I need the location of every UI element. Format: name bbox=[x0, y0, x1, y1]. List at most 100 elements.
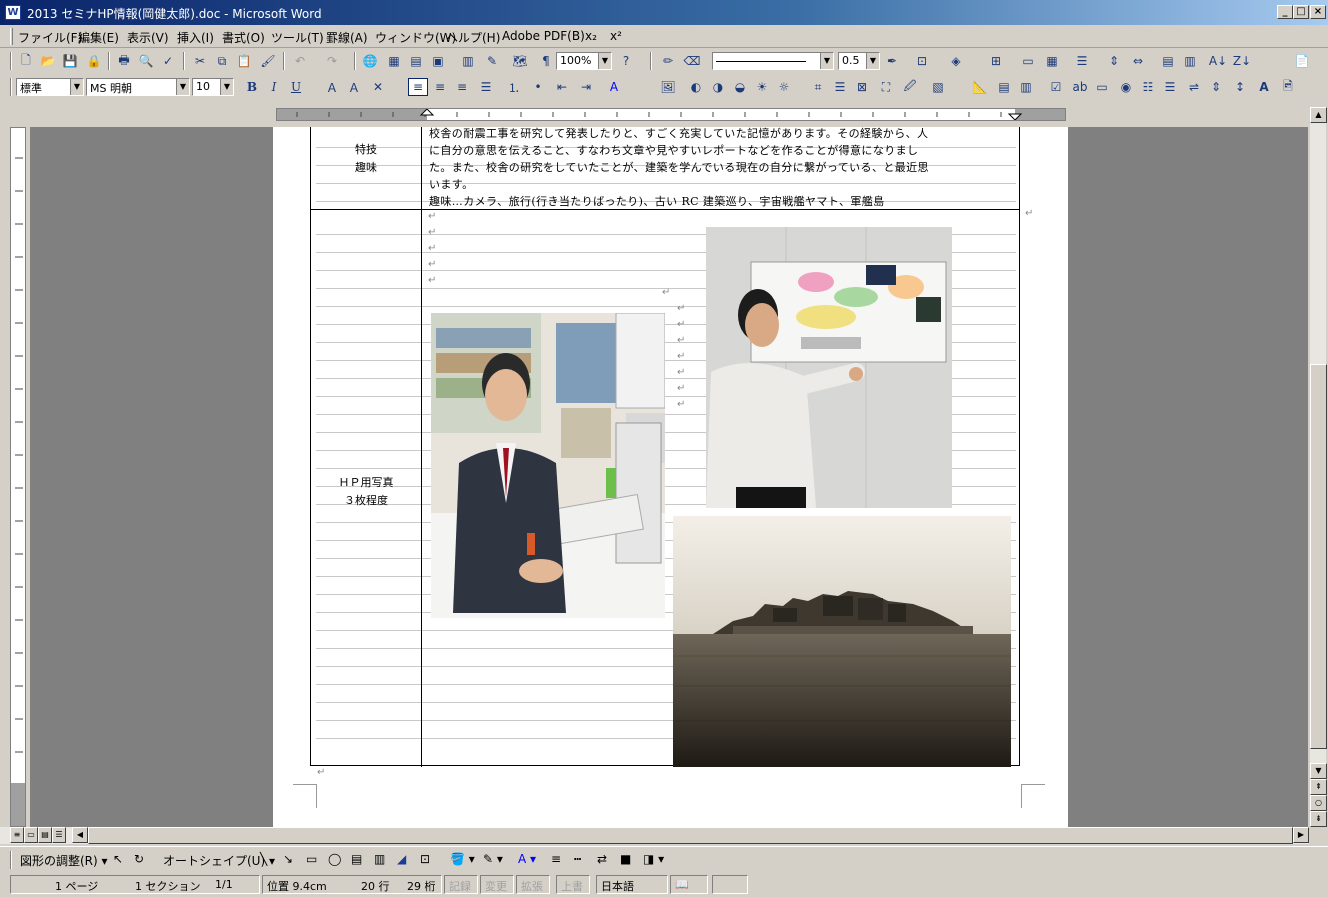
menu-window[interactable]: ウィンドウ(W) bbox=[375, 29, 456, 46]
body-line-hobby[interactable]: 趣味…カメラ、旅行(行き当たりばったり)、古い RC 建築巡り、宇宙戦艦ヤマト、… bbox=[429, 193, 1019, 210]
help-icon[interactable]: ? bbox=[616, 52, 636, 70]
menu-insert[interactable]: 挿入(I) bbox=[177, 29, 214, 46]
spin-button-icon[interactable]: ⇕ bbox=[1206, 78, 1226, 96]
columns-icon[interactable]: ▥ bbox=[458, 52, 478, 70]
rotate-icon[interactable]: ↻ bbox=[134, 852, 144, 866]
format-painter-icon[interactable]: 🖌 bbox=[258, 52, 278, 70]
set-transparent-icon[interactable]: ▧ bbox=[928, 78, 948, 96]
properties-icon[interactable]: ▤ bbox=[994, 78, 1014, 96]
char-shading-icon[interactable]: Ａ bbox=[344, 78, 364, 96]
open-folder-icon[interactable]: 📂 bbox=[38, 52, 58, 70]
vertical-ruler[interactable] bbox=[10, 127, 26, 827]
font-select[interactable]: MS 明朝 ▼ bbox=[86, 78, 190, 96]
menu-edit[interactable]: 編集(E) bbox=[78, 29, 119, 46]
vertical-textbox-icon[interactable]: ▥ bbox=[374, 852, 385, 866]
view-code-icon[interactable]: ▥ bbox=[1016, 78, 1036, 96]
more-contrast-icon[interactable]: ◑ bbox=[708, 78, 728, 96]
draw-adjust-menu[interactable]: 図形の調整(R) ▾ bbox=[20, 852, 108, 869]
dash-style-icon[interactable]: ┅ bbox=[574, 852, 581, 866]
style-select[interactable]: 標準 ▼ bbox=[16, 78, 84, 96]
hyperlink-icon[interactable]: 🌐 bbox=[360, 52, 380, 70]
line-style-icon[interactable]: ☰ bbox=[830, 78, 850, 96]
toolbar-grip[interactable] bbox=[10, 851, 12, 869]
autoshape-menu[interactable]: オートシェイプ(U) ▾ bbox=[163, 852, 275, 869]
menu-file[interactable]: ファイル(F) bbox=[18, 29, 82, 46]
student-presenting-poster-photo[interactable] bbox=[706, 227, 952, 508]
menu-view[interactable]: 表示(V) bbox=[127, 29, 169, 46]
line-color-icon[interactable]: ✎ ▾ bbox=[483, 852, 503, 866]
toolbar-grip[interactable] bbox=[10, 52, 12, 70]
toggle-button-icon[interactable]: ⇌ bbox=[1184, 78, 1204, 96]
paste-icon[interactable]: 📋 bbox=[234, 52, 254, 70]
numbering-icon[interactable]: ⒈ bbox=[504, 78, 524, 96]
document-map-icon[interactable]: 🗺 bbox=[510, 52, 530, 70]
close-button[interactable]: × bbox=[1310, 5, 1326, 19]
fill-color-icon[interactable]: 🪣 ▾ bbox=[450, 852, 475, 866]
copy-icon[interactable]: ⧉ bbox=[212, 52, 232, 70]
draw-font-color-icon[interactable]: A ▾ bbox=[518, 852, 536, 866]
shading-color-icon[interactable]: ◈ bbox=[946, 52, 966, 70]
less-brightness-icon[interactable]: ☼ bbox=[774, 78, 794, 96]
body-line-3[interactable]: た。また、校舎の研究をしていたことが、建築を学んでいる現在の自分に繋がっている、… bbox=[429, 159, 1019, 176]
color-icon[interactable]: ◐ bbox=[686, 78, 706, 96]
body-line-1[interactable]: 校舎の耐震工事を研究して発表したりと、すごく充実していた記憶があります。その経験… bbox=[429, 127, 1019, 142]
next-page-icon[interactable]: ⇟ bbox=[1310, 811, 1327, 827]
shadow-style-icon[interactable]: ■ bbox=[620, 852, 631, 866]
minimize-button[interactable]: _ bbox=[1277, 5, 1293, 19]
distribute-rows-icon[interactable]: ⇕ bbox=[1104, 52, 1124, 70]
insert-picture-icon[interactable]: 🖼 bbox=[658, 78, 678, 96]
rectangle-tool-icon[interactable]: ▭ bbox=[306, 852, 317, 866]
align-center-icon[interactable]: ≡ bbox=[430, 78, 450, 96]
scroll-up-arrow-icon[interactable]: ▲ bbox=[1310, 107, 1327, 123]
table-autoformat-icon[interactable]: ▤ bbox=[1158, 52, 1178, 70]
status-overtype[interactable]: 上書 bbox=[556, 875, 590, 894]
status-track-changes[interactable]: 変更 bbox=[480, 875, 514, 894]
student-at-computer-photo[interactable] bbox=[431, 313, 665, 618]
design-mode-icon[interactable]: 📐 bbox=[970, 78, 990, 96]
spelling-icon[interactable]: ✓ bbox=[158, 52, 178, 70]
print-icon[interactable]: 🖶 bbox=[114, 52, 134, 70]
tables-borders-icon[interactable]: ▦ bbox=[384, 52, 404, 70]
split-cells-icon[interactable]: ▦ bbox=[1042, 52, 1062, 70]
distributed-icon[interactable]: ☰ bbox=[476, 78, 496, 96]
align-icon[interactable]: ☰ bbox=[1072, 52, 1092, 70]
maximize-button[interactable]: □ bbox=[1293, 5, 1309, 19]
listbox-icon[interactable]: ☷ bbox=[1138, 78, 1158, 96]
insert-table-icon[interactable]: ▤ bbox=[406, 52, 426, 70]
font-size-select[interactable]: 10 ▼ bbox=[192, 78, 234, 96]
superscript-button[interactable]: x² bbox=[610, 29, 622, 43]
document-area[interactable]: 特技 趣味 校舎の耐震工事を研究して発表したりと、すごく充実していた記憶がありま… bbox=[30, 127, 1308, 827]
more-brightness-icon[interactable]: ☀ bbox=[752, 78, 772, 96]
body-line-2[interactable]: に自分の意思を伝えること、すなわち文章や見やすいレポートなどを作ることが得意にな… bbox=[429, 142, 1019, 159]
menu-format[interactable]: 書式(O) bbox=[222, 29, 265, 46]
border-icon[interactable]: ⊡ bbox=[912, 52, 932, 70]
print-layout-icon[interactable]: ▤ bbox=[38, 827, 52, 843]
vertical-scroll-thumb[interactable] bbox=[1310, 364, 1327, 749]
previous-page-icon[interactable]: ⇞ bbox=[1310, 779, 1327, 795]
horizontal-scrollbar[interactable]: ≡ ▭ ▤ ☰ ◀ ▶ bbox=[0, 827, 1309, 844]
body-line-4[interactable]: います。 bbox=[429, 176, 1019, 193]
print-preview-icon[interactable]: 🔍 bbox=[136, 52, 156, 70]
compress-pictures-icon[interactable]: ⊠ bbox=[852, 78, 872, 96]
bullets-icon[interactable]: • bbox=[528, 78, 548, 96]
cut-icon[interactable]: ✂ bbox=[190, 52, 210, 70]
distribute-columns-icon[interactable]: ⇔ bbox=[1128, 52, 1148, 70]
drawing-icon[interactable]: ✎ bbox=[482, 52, 502, 70]
merge-cells-icon[interactable]: ▭ bbox=[1018, 52, 1038, 70]
insert-table-menu-icon[interactable]: ⊞ bbox=[986, 52, 1006, 70]
label-control-icon[interactable]: A bbox=[1254, 78, 1274, 96]
line-weight-select[interactable]: 0.5 ▼ bbox=[838, 52, 880, 70]
new-document-icon[interactable]: 🗋 bbox=[16, 52, 36, 70]
command-button-icon[interactable]: ▭ bbox=[1092, 78, 1112, 96]
font-color-icon[interactable]: A bbox=[604, 78, 624, 96]
status-extend[interactable]: 拡張 bbox=[516, 875, 550, 894]
option-button-icon[interactable]: ◉ bbox=[1116, 78, 1136, 96]
textbox-tool-icon[interactable]: ▤ bbox=[351, 852, 362, 866]
normal-view-icon[interactable]: ≡ bbox=[10, 827, 24, 843]
save-icon[interactable]: 💾 bbox=[60, 52, 80, 70]
char-scale-icon[interactable]: ✕ bbox=[368, 78, 388, 96]
redo-icon[interactable]: ↷ bbox=[322, 52, 342, 70]
draw-table-pencil-icon[interactable]: ✏ bbox=[658, 52, 678, 70]
line-style-select[interactable]: ▼ bbox=[712, 52, 834, 70]
menu-adobe-pdf[interactable]: Adobe PDF(B) bbox=[502, 29, 585, 43]
